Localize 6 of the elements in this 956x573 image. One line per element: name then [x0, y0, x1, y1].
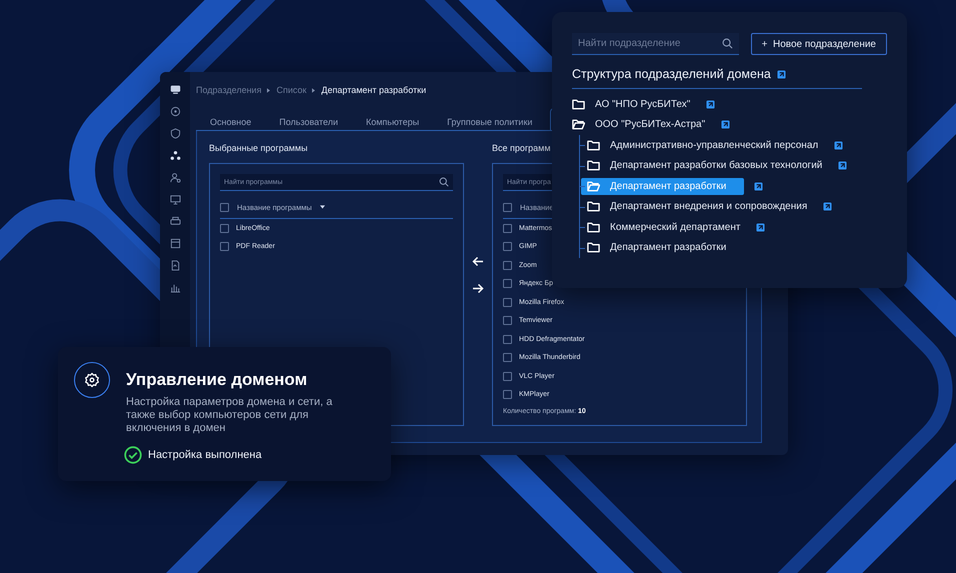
tree-title: Структура подразделений домена [572, 67, 771, 81]
section-title: Выбранные программы [209, 143, 308, 155]
status-text: Настройка выполнена [148, 448, 262, 461]
card-description: Настройка параметров домена и сети, а также выбор компьютеров сети для включения в домен [126, 396, 334, 436]
section-title: Все программ [492, 143, 551, 155]
card-title: Управление доменом [126, 370, 308, 390]
